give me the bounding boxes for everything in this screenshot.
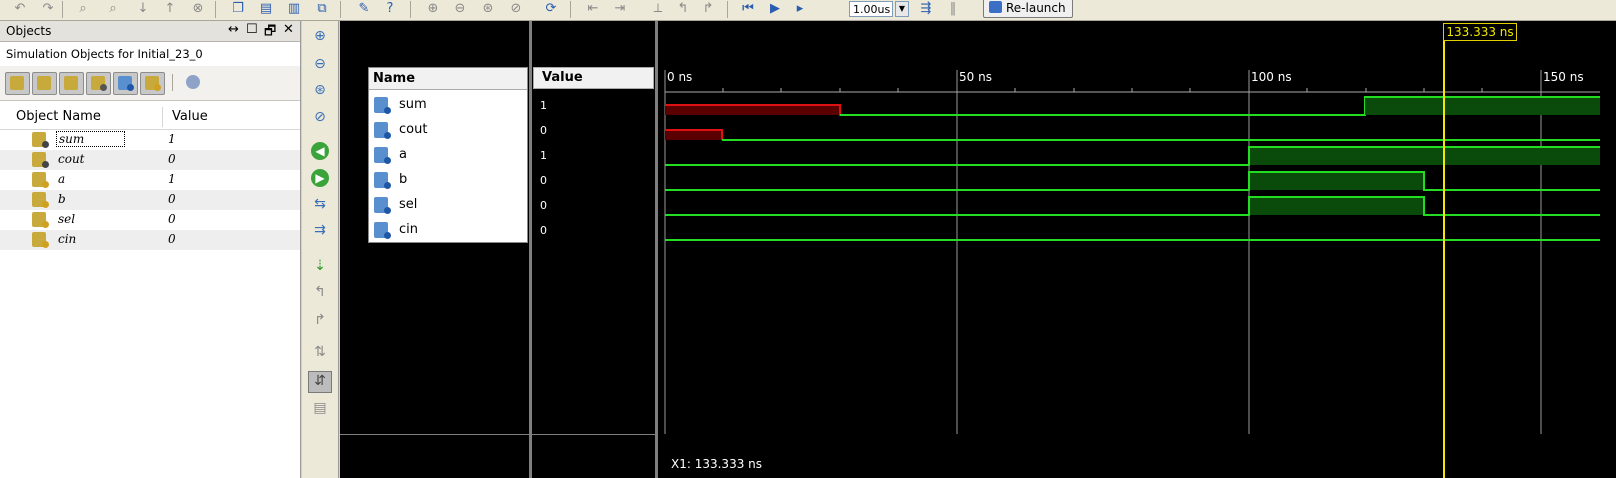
- waveform-canvas[interactable]: [0, 0, 1616, 478]
- cursor-time-label[interactable]: 133.333 ns: [1443, 23, 1517, 41]
- wave-sum: [665, 96, 1600, 116]
- time-label: 50 ns: [959, 70, 992, 84]
- wave-a: [665, 146, 1600, 166]
- ruler-minor-ticks: [722, 88, 1483, 92]
- time-label: 100 ns: [1251, 70, 1292, 84]
- wave-b: [665, 171, 1600, 191]
- cursor-readout: X1: 133.333 ns: [671, 457, 763, 471]
- wave-sel: [665, 196, 1600, 216]
- time-label: 150 ns: [1543, 70, 1584, 84]
- wave-cout: [665, 129, 1600, 141]
- time-label: 0 ns: [667, 70, 693, 84]
